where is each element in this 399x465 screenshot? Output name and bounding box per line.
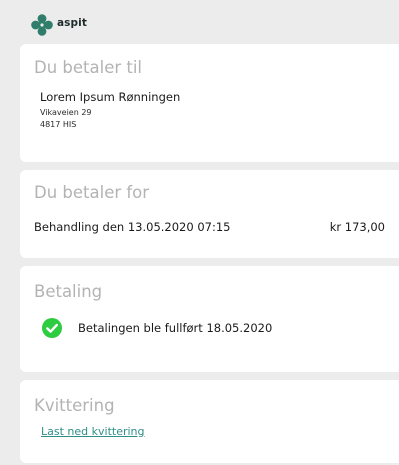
payment-page: aspit Du betaler til Lorem Ipsum Rønning…: [0, 0, 399, 465]
receipt-card: Kvittering Last ned kvittering: [20, 380, 399, 463]
check-circle-icon: [42, 318, 62, 338]
download-receipt-link[interactable]: Last ned kvittering: [41, 425, 145, 438]
payment-for-card-title: Du betaler for: [34, 183, 150, 202]
payee-address-street: Vikaveien 29: [40, 108, 92, 117]
payee-address-postal: 4817 HIS: [40, 120, 77, 129]
payee-card: Du betaler til Lorem Ipsum Rønningen Vik…: [20, 44, 399, 162]
aspit-logo-icon: [31, 14, 53, 36]
payment-item-amount: kr 173,00: [329, 220, 385, 234]
payment-for-card: Du betaler for Behandling den 13.05.2020…: [20, 170, 399, 258]
payment-item-description: Behandling den 13.05.2020 07:15: [34, 220, 231, 234]
header-bar: aspit: [0, 0, 399, 44]
payee-card-title: Du betaler til: [34, 58, 143, 77]
brand-name: aspit: [57, 17, 87, 29]
receipt-card-title: Kvittering: [34, 396, 115, 415]
payment-status-text: Betalingen ble fullført 18.05.2020: [78, 321, 273, 335]
payment-status-card: Betaling Betalingen ble fullført 18.05.2…: [20, 266, 399, 372]
payment-status-card-title: Betaling: [34, 282, 103, 301]
payee-name: Lorem Ipsum Rønningen: [40, 90, 181, 104]
